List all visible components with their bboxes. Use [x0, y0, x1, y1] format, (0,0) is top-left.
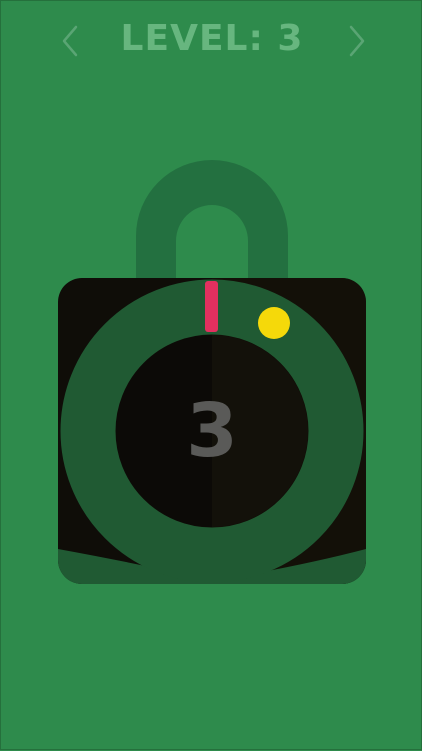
dial-level-number: 3: [186, 388, 238, 474]
lock-area[interactable]: 3: [1, 1, 422, 751]
padlock[interactable]: [1, 1, 422, 751]
target-dot: [258, 307, 290, 339]
dial-needle: [205, 281, 218, 332]
game-screen: LEVEL: 3 3: [0, 0, 422, 750]
